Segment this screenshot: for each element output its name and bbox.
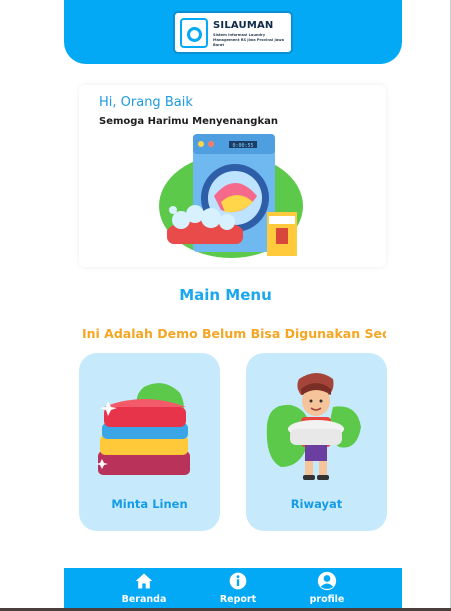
nav-report-label: Report	[219, 594, 257, 605]
nav-profile[interactable]: profile	[297, 571, 357, 605]
washer-display-text: 0:00:55	[232, 143, 253, 149]
logo-title: SILAUMAN	[213, 20, 274, 31]
nav-beranda[interactable]: Beranda	[114, 571, 174, 605]
user-icon	[317, 571, 337, 591]
washing-machine-logo-icon	[180, 18, 208, 48]
info-icon	[229, 572, 247, 590]
folded-linen-icon	[96, 383, 190, 475]
nav-profile-label: profile	[309, 594, 345, 605]
bottom-navigation: Beranda Report profile	[64, 568, 402, 610]
washing-machine-illustration: 0:00:55	[159, 134, 303, 258]
demo-notice-marquee: Ini Adalah Demo Belum Bisa Digunakan Sec…	[79, 326, 386, 344]
top-header: SILAUMAN Sistem Informasi Laundry Manage…	[64, 0, 402, 64]
riwayat-label: Riwayat	[290, 497, 343, 511]
laundry-person-icon	[266, 373, 361, 480]
minta-linen-button[interactable]: Minta Linen	[79, 353, 220, 531]
logo-subtitle: Sistem Informasi Laundry Management RS J…	[213, 33, 285, 47]
app-page: SILAUMAN Sistem Informasi Laundry Manage…	[0, 0, 451, 611]
tagline-text: Semoga Harimu Menyenangkan	[99, 116, 278, 127]
nav-report[interactable]: Report	[208, 571, 268, 605]
demo-notice-text: Ini Adalah Demo Belum Bisa Digunakan Sec…	[82, 326, 386, 341]
minta-linen-label: Minta Linen	[111, 497, 188, 511]
home-icon	[135, 573, 153, 589]
nav-beranda-label: Beranda	[121, 594, 167, 605]
riwayat-button[interactable]: Riwayat	[246, 353, 387, 531]
greeting-text: Hi, Orang Baik	[99, 95, 193, 110]
main-menu-title: Main Menu	[179, 286, 272, 304]
app-logo: SILAUMAN Sistem Informasi Laundry Manage…	[173, 11, 293, 54]
greeting-card: Hi, Orang Baik Semoga Harimu Menyenangka…	[79, 85, 386, 267]
